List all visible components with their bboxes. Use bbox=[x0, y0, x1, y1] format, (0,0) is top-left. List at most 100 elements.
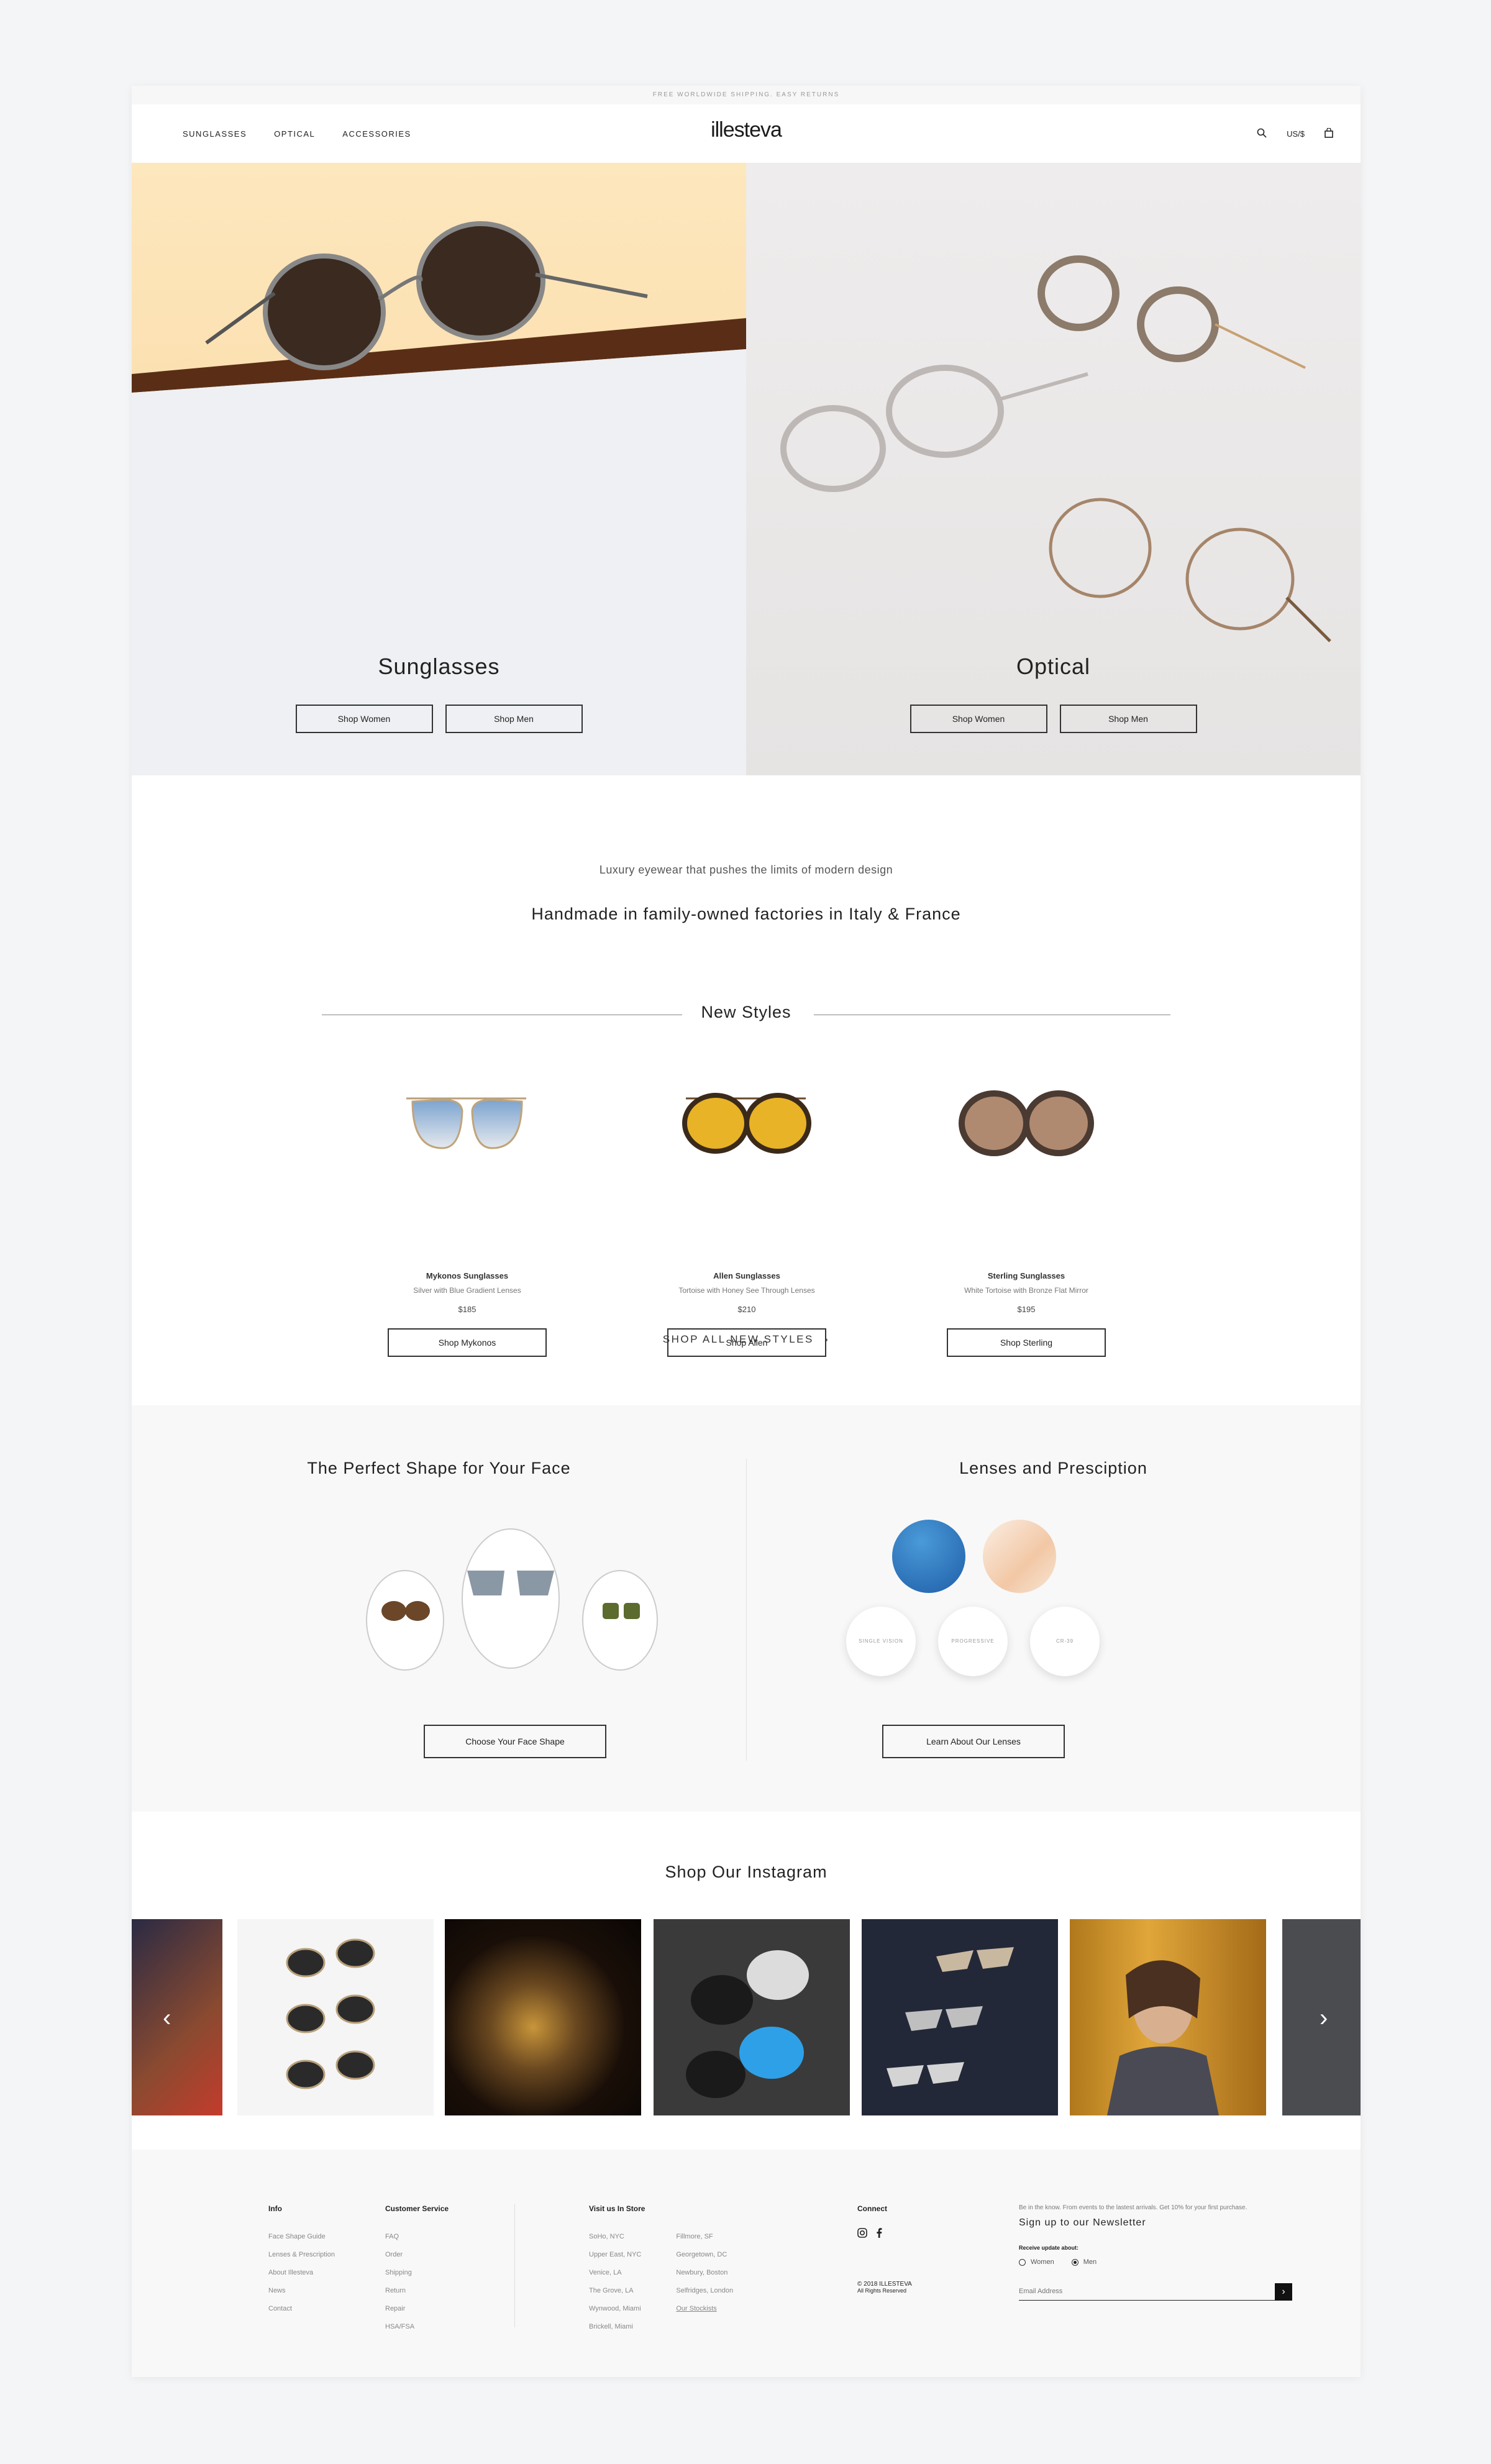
product-desc: Tortoise with Honey See Through Lenses bbox=[678, 1286, 815, 1295]
shop-men-sunglasses-button[interactable]: Shop Men bbox=[445, 705, 583, 733]
footer-stores-heading: Visit us In Store bbox=[589, 2204, 645, 2213]
product-image-sterling[interactable] bbox=[933, 1061, 1119, 1161]
instagram-title: Shop Our Instagram bbox=[665, 1863, 828, 1881]
footer-customer-service: Customer Service FAQ Order Shipping Retu… bbox=[385, 2204, 449, 2336]
face-shapes-illustration bbox=[366, 1528, 658, 1671]
footer-link[interactable]: FAQ bbox=[385, 2228, 449, 2246]
header-nav: SUNGLASSES OPTICAL ACCESSORIES illesteva… bbox=[132, 104, 1361, 163]
shop-men-optical-button[interactable]: Shop Men bbox=[1059, 705, 1197, 733]
cart-icon[interactable] bbox=[1325, 127, 1333, 140]
store-link[interactable]: Venice, LA bbox=[589, 2264, 641, 2282]
stockists-link[interactable]: Our Stockists bbox=[676, 2300, 733, 2318]
store-lists: SoHo, NYC Upper East, NYC Venice, LA The… bbox=[589, 2228, 733, 2336]
store-link[interactable]: The Grove, LA bbox=[589, 2282, 641, 2300]
hero-optical-buttons: Shop Women Shop Men bbox=[746, 705, 1361, 733]
instagram-photo[interactable] bbox=[862, 1919, 1058, 2115]
store-link[interactable]: Newbury, Boston bbox=[676, 2264, 733, 2282]
new-styles-title: New Styles bbox=[701, 1003, 791, 1021]
radio-men[interactable] bbox=[1071, 2258, 1078, 2266]
choose-face-shape-button[interactable]: Choose Your Face Shape bbox=[424, 1725, 606, 1758]
headline: Handmade in family-owned factories in It… bbox=[531, 905, 961, 923]
email-field-wrapper: › bbox=[1019, 2283, 1292, 2301]
product-desc: White Tortoise with Bronze Flat Mirror bbox=[964, 1286, 1088, 1295]
footer-connect: Connect © 2018 ILLESTEVA All Rights Rese… bbox=[857, 2204, 912, 2294]
currency-selector[interactable]: US/$ bbox=[1287, 129, 1305, 139]
store-list-1: SoHo, NYC Upper East, NYC Venice, LA The… bbox=[589, 2228, 641, 2336]
store-link[interactable]: Selfridges, London bbox=[676, 2282, 733, 2300]
page: FREE WORLDWIDE SHIPPING. EASY RETURNS SU… bbox=[132, 86, 1361, 2377]
store-link[interactable]: Georgetown, DC bbox=[676, 2246, 733, 2264]
shop-all-new-styles-link[interactable]: SHOP ALL NEW STYLES › bbox=[132, 1333, 1361, 1346]
chevron-right-icon[interactable]: › bbox=[1320, 2004, 1328, 2032]
product-price: $195 bbox=[1017, 1305, 1036, 1314]
instagram-photo[interactable] bbox=[654, 1919, 850, 2115]
rights: All Rights Reserved bbox=[857, 2288, 907, 2294]
footer-newsletter: Be in the know. From events to the laste… bbox=[1019, 2204, 1292, 2301]
store-link[interactable]: Upper East, NYC bbox=[589, 2246, 641, 2264]
footer-link[interactable]: News bbox=[268, 2282, 335, 2300]
chevron-left-icon[interactable]: ‹ bbox=[163, 2004, 171, 2032]
shop-women-sunglasses-button[interactable]: Shop Women bbox=[295, 705, 433, 733]
nav-accessories[interactable]: ACCESSORIES bbox=[342, 129, 411, 139]
email-field[interactable] bbox=[1019, 2283, 1267, 2299]
product-name: Allen Sunglasses bbox=[713, 1271, 780, 1280]
radio-women[interactable] bbox=[1019, 2258, 1026, 2266]
hero-sunglasses-image bbox=[132, 221, 746, 775]
learn-about-lenses-button[interactable]: Learn About Our Lenses bbox=[882, 1725, 1065, 1758]
store-link[interactable]: SoHo, NYC bbox=[589, 2228, 641, 2246]
product-image-mykonos[interactable] bbox=[374, 1061, 560, 1161]
instagram-photo[interactable] bbox=[132, 1919, 222, 2115]
copyright: © 2018 ILLESTEVA bbox=[857, 2281, 912, 2288]
chevron-right-icon: › bbox=[824, 1333, 830, 1345]
store-link[interactable]: Fillmore, SF bbox=[676, 2228, 733, 2246]
option-women[interactable]: Women bbox=[1019, 2258, 1054, 2266]
search-icon[interactable] bbox=[1257, 128, 1267, 140]
footer-link[interactable]: Lenses & Prescription bbox=[268, 2246, 335, 2264]
footer-link[interactable]: HSA/FSA bbox=[385, 2318, 449, 2336]
hero-optical: Optical Shop Women Shop Men bbox=[746, 163, 1361, 775]
lens-single-vision: SINGLE VISION bbox=[846, 1607, 916, 1676]
shop-women-optical-button[interactable]: Shop Women bbox=[910, 705, 1047, 733]
gender-options: Women Men bbox=[1019, 2258, 1292, 2266]
face-shape-title: The Perfect Shape for Your Face bbox=[307, 1459, 571, 1477]
footer-link[interactable]: Repair bbox=[385, 2300, 449, 2318]
footer-info: Info Face Shape Guide Lenses & Prescript… bbox=[268, 2204, 335, 2318]
footer-customer-service-heading: Customer Service bbox=[385, 2204, 449, 2213]
store-link[interactable]: Brickell, Miami bbox=[589, 2318, 641, 2336]
product-price: $185 bbox=[458, 1305, 476, 1314]
shop-all-label: SHOP ALL NEW STYLES bbox=[662, 1333, 814, 1345]
logo[interactable]: illesteva bbox=[711, 118, 782, 142]
instagram-photo[interactable] bbox=[237, 1919, 434, 2115]
social-icons bbox=[857, 2228, 912, 2241]
product-price: $210 bbox=[737, 1305, 756, 1314]
footer-link[interactable]: Face Shape Guide bbox=[268, 2228, 335, 2246]
footer-link[interactable]: Shipping bbox=[385, 2264, 449, 2282]
hero-sunglasses-title: Sunglasses bbox=[378, 654, 500, 679]
footer-link[interactable]: Return bbox=[385, 2282, 449, 2300]
footer-link[interactable]: Contact bbox=[268, 2300, 335, 2318]
newsletter-title: Sign up to our Newsletter bbox=[1019, 2217, 1146, 2228]
footer-link[interactable]: Order bbox=[385, 2246, 449, 2264]
option-women-label: Women bbox=[1031, 2258, 1054, 2266]
lens-cr39: CR-39 bbox=[1030, 1607, 1100, 1676]
facebook-icon[interactable] bbox=[876, 2228, 882, 2241]
footer-divider bbox=[514, 2204, 515, 2327]
lens-rose-swatch bbox=[983, 1520, 1056, 1593]
lenses-title: Lenses and Presciption bbox=[959, 1459, 1147, 1477]
product-name: Sterling Sunglasses bbox=[987, 1271, 1065, 1280]
hero-optical-image bbox=[780, 255, 1331, 642]
instagram-photo[interactable] bbox=[445, 1919, 641, 2115]
store-list-2: Fillmore, SF Georgetown, DC Newbury, Bos… bbox=[676, 2228, 733, 2336]
submit-arrow-icon[interactable]: › bbox=[1275, 2283, 1292, 2301]
store-link[interactable]: Wynwood, Miami bbox=[589, 2300, 641, 2318]
option-men[interactable]: Men bbox=[1071, 2258, 1097, 2266]
instagram-photo[interactable] bbox=[1070, 1919, 1266, 2115]
nav-sunglasses[interactable]: SUNGLASSES bbox=[183, 129, 247, 139]
nav-optical[interactable]: OPTICAL bbox=[274, 129, 315, 139]
newsletter-intro: Be in the know. From events to the laste… bbox=[1019, 2204, 1247, 2211]
product-image-allen[interactable] bbox=[654, 1061, 840, 1161]
footer-link[interactable]: About Illesteva bbox=[268, 2264, 335, 2282]
hero-optical-title: Optical bbox=[1016, 654, 1091, 679]
lens-blue-swatch bbox=[892, 1520, 965, 1593]
instagram-icon[interactable] bbox=[857, 2228, 867, 2241]
